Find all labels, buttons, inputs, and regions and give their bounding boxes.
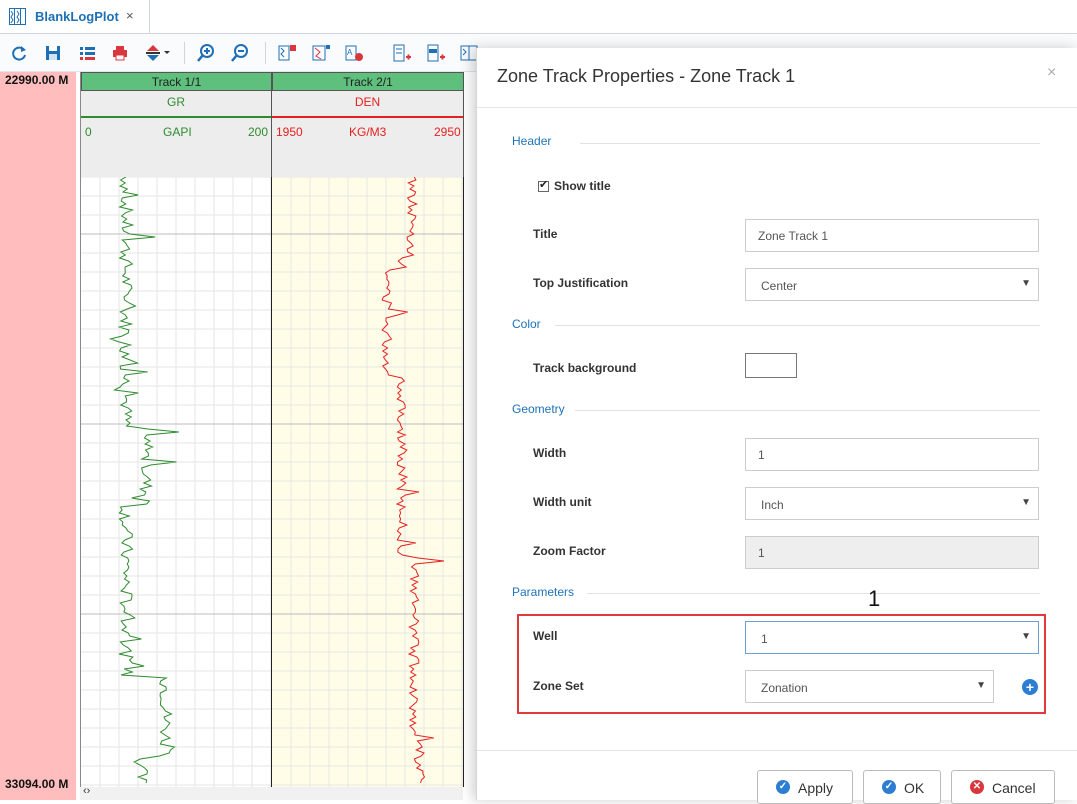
refresh-icon[interactable] (9, 43, 29, 63)
top-justification-value: Center (761, 279, 798, 293)
top-justification-select[interactable]: Center ▼ (745, 268, 1039, 301)
toolbar-separator (265, 42, 266, 64)
track-1-scale-min: 0 (85, 125, 92, 139)
ok-button[interactable]: ✓ OK (863, 770, 941, 804)
add-zone-set-icon[interactable]: + (1022, 679, 1038, 695)
tab-title: BlankLogPlot (35, 9, 119, 24)
well-value: 1 (761, 632, 768, 646)
zoom-in-icon[interactable] (196, 43, 216, 63)
section-color-title: Color (512, 317, 541, 331)
add-zone-track-icon[interactable] (426, 43, 446, 63)
den-curve (381, 177, 444, 784)
track-2-scale-max: 2950 (434, 125, 461, 139)
list-icon[interactable] (77, 43, 97, 63)
section-divider (587, 593, 1040, 594)
dropdown-arrow-icon: ▼ (1021, 497, 1031, 508)
save-icon[interactable] (43, 43, 63, 63)
log-plot-area: Track 1/1 GR 0 GAPI 200 Track 2/1 DEN 19… (80, 72, 464, 787)
well-label: Well (533, 629, 558, 643)
top-justification-label: Top Justification (533, 276, 629, 290)
track-2-title[interactable]: Track 2/1 (272, 72, 464, 91)
track-1-scale-max: 200 (248, 125, 269, 139)
close-icon[interactable]: × (1047, 64, 1056, 82)
horizontal-scrollbar[interactable]: ‹› (80, 785, 463, 800)
section-divider (575, 410, 1040, 411)
toolbar-separator (184, 42, 185, 64)
width-unit-value: Inch (761, 498, 784, 512)
zone-set-value: Zonation (761, 681, 808, 695)
apply-button[interactable]: ✓ Apply (757, 770, 853, 804)
track-2-scale-unit: KG/M3 (349, 125, 387, 139)
track-1-curve-name: GR (167, 95, 185, 109)
section-divider (555, 325, 1040, 326)
width-unit-label: Width unit (533, 495, 592, 509)
annotation-marker: 1 (868, 586, 881, 611)
add-track-icon[interactable] (277, 43, 297, 63)
ok-button-label: OK (904, 780, 925, 796)
cancel-icon: ✕ (970, 780, 984, 794)
cancel-button-label: Cancel (992, 780, 1036, 796)
print-icon[interactable] (110, 43, 130, 63)
checkmark-icon: ✔ (539, 179, 549, 191)
title-input[interactable] (745, 219, 1039, 252)
section-geometry-title: Geometry (512, 402, 565, 416)
zoom-out-icon[interactable] (230, 43, 250, 63)
width-unit-select[interactable]: Inch ▼ (745, 487, 1039, 520)
track-1-body[interactable] (81, 177, 272, 787)
apply-button-label: Apply (798, 780, 834, 796)
width-label: Width (533, 446, 567, 460)
zoom-factor-input (745, 536, 1039, 569)
close-icon[interactable]: × (126, 8, 134, 23)
check-icon: ✓ (882, 780, 896, 794)
track-2-scale-min: 1950 (276, 125, 303, 139)
track-1-curve-line (81, 116, 271, 118)
section-header-title: Header (512, 134, 552, 148)
zoom-factor-label: Zoom Factor (533, 544, 606, 558)
document-tab-bar: BlankLogPlot × (0, 0, 1077, 34)
show-title-label: Show title (554, 179, 611, 193)
track-2-curve-name: DEN (354, 95, 381, 109)
tab-blanklogplot[interactable]: BlankLogPlot × (0, 0, 150, 33)
add-depth-track-icon[interactable] (392, 43, 412, 63)
scroll-arrows-icon[interactable]: ‹› (83, 785, 90, 797)
track-2-curve-line (272, 116, 463, 118)
zone-set-label: Zone Set (533, 679, 584, 693)
show-title-checkbox[interactable]: ✔ (538, 179, 549, 192)
cancel-button[interactable]: ✕ Cancel (951, 770, 1055, 804)
fill-dropdown-icon[interactable] (143, 43, 173, 63)
check-icon: ✓ (776, 780, 790, 794)
track-2-header[interactable]: DEN 1950 KG/M3 2950 (272, 91, 464, 177)
width-input[interactable] (745, 438, 1039, 471)
dropdown-arrow-icon: ▼ (976, 680, 986, 691)
well-select[interactable]: 1 ▼ (745, 621, 1039, 654)
depth-top-label: 22990.00 M (5, 73, 69, 87)
zone-set-select[interactable]: Zonation ▼ (745, 670, 994, 703)
svg-text:A: A (347, 48, 353, 57)
track-1-header[interactable]: GR 0 GAPI 200 (81, 91, 272, 177)
log-plot-icon (9, 8, 26, 25)
section-divider (580, 143, 1040, 144)
track-1-grid (81, 177, 271, 787)
dropdown-arrow-icon: ▼ (1021, 278, 1031, 289)
track-2-grid (272, 177, 463, 787)
zone-track-properties-dialog: Zone Track Properties - Zone Track 1 × H… (476, 48, 1077, 804)
title-label: Title (533, 227, 558, 241)
depth-column: 22990.00 M 33094.00 M (0, 72, 76, 800)
add-curve-track-icon[interactable] (311, 43, 331, 63)
dialog-footer-divider (477, 750, 1077, 751)
track-background-color-picker[interactable] (745, 353, 797, 378)
section-parameters-title: Parameters (512, 585, 575, 599)
track-background-label: Track background (533, 361, 637, 375)
add-text-track-icon[interactable]: A (344, 43, 364, 63)
depth-bottom-label: 33094.00 M (5, 777, 69, 791)
track-2-body[interactable] (272, 177, 464, 787)
dialog-header-divider (477, 107, 1077, 108)
track-1-scale-unit: GAPI (163, 125, 192, 139)
track-1-title[interactable]: Track 1/1 (81, 72, 272, 91)
gr-curve (108, 177, 179, 784)
dialog-title: Zone Track Properties - Zone Track 1 (497, 66, 796, 86)
dropdown-arrow-icon: ▼ (1021, 631, 1031, 642)
